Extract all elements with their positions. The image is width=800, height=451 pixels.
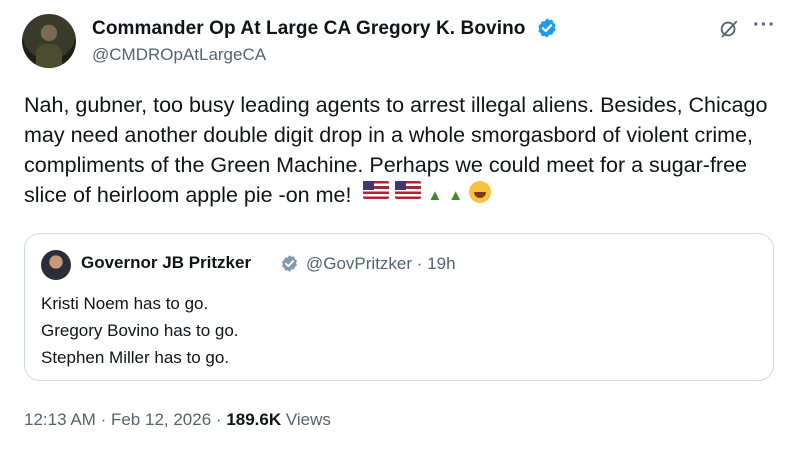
us-flag-icon [395, 181, 422, 200]
quoted-handle-time: @GovPritzker · 19h [306, 254, 456, 273]
quoted-avatar[interactable] [41, 250, 71, 280]
more-options-icon[interactable]: ··· [753, 14, 776, 37]
views-count: 189.6K [226, 410, 282, 429]
post-date[interactable]: Feb 12, 2026 [111, 410, 211, 429]
crocodile-icon: ▲ [427, 187, 443, 205]
views-label: Views [285, 410, 331, 429]
quoted-author-name[interactable]: Governor JB Pritzker [81, 253, 251, 273]
grok-icon[interactable] [718, 18, 740, 40]
emoji-group: ▲ ▲ [363, 181, 492, 211]
us-flag-icon [363, 181, 390, 200]
author-handle[interactable]: @CMDROpAtLargeCA [92, 45, 266, 65]
post-time[interactable]: 12:13 AM [24, 410, 96, 429]
verified-badge-icon [538, 18, 556, 38]
quoted-line: Gregory Bovino has to go. [41, 321, 239, 340]
post-avatar[interactable] [22, 14, 76, 68]
quoted-line: Stephen Miller has to go. [41, 348, 230, 367]
quoted-post[interactable]: Governor JB Pritzker @GovPritzker · 19h … [24, 233, 774, 381]
post-body: Nah, gubner, too busy leading agents to … [24, 90, 784, 211]
meta-separator: · [100, 410, 107, 429]
meta-separator: · [215, 410, 222, 429]
crocodile-icon: ▲ [448, 187, 464, 205]
quoted-verified-badge-icon [282, 255, 297, 272]
laughing-face-icon [469, 181, 492, 204]
quoted-line: Kristi Noem has to go. [41, 294, 209, 313]
author-name[interactable]: Commander Op At Large CA Gregory K. Bovi… [92, 18, 526, 40]
quoted-text: Kristi Noem has to go. Gregory Bovino ha… [41, 290, 239, 371]
post-meta: 12:13 AM · Feb 12, 2026 · 189.6K Views [24, 410, 331, 430]
